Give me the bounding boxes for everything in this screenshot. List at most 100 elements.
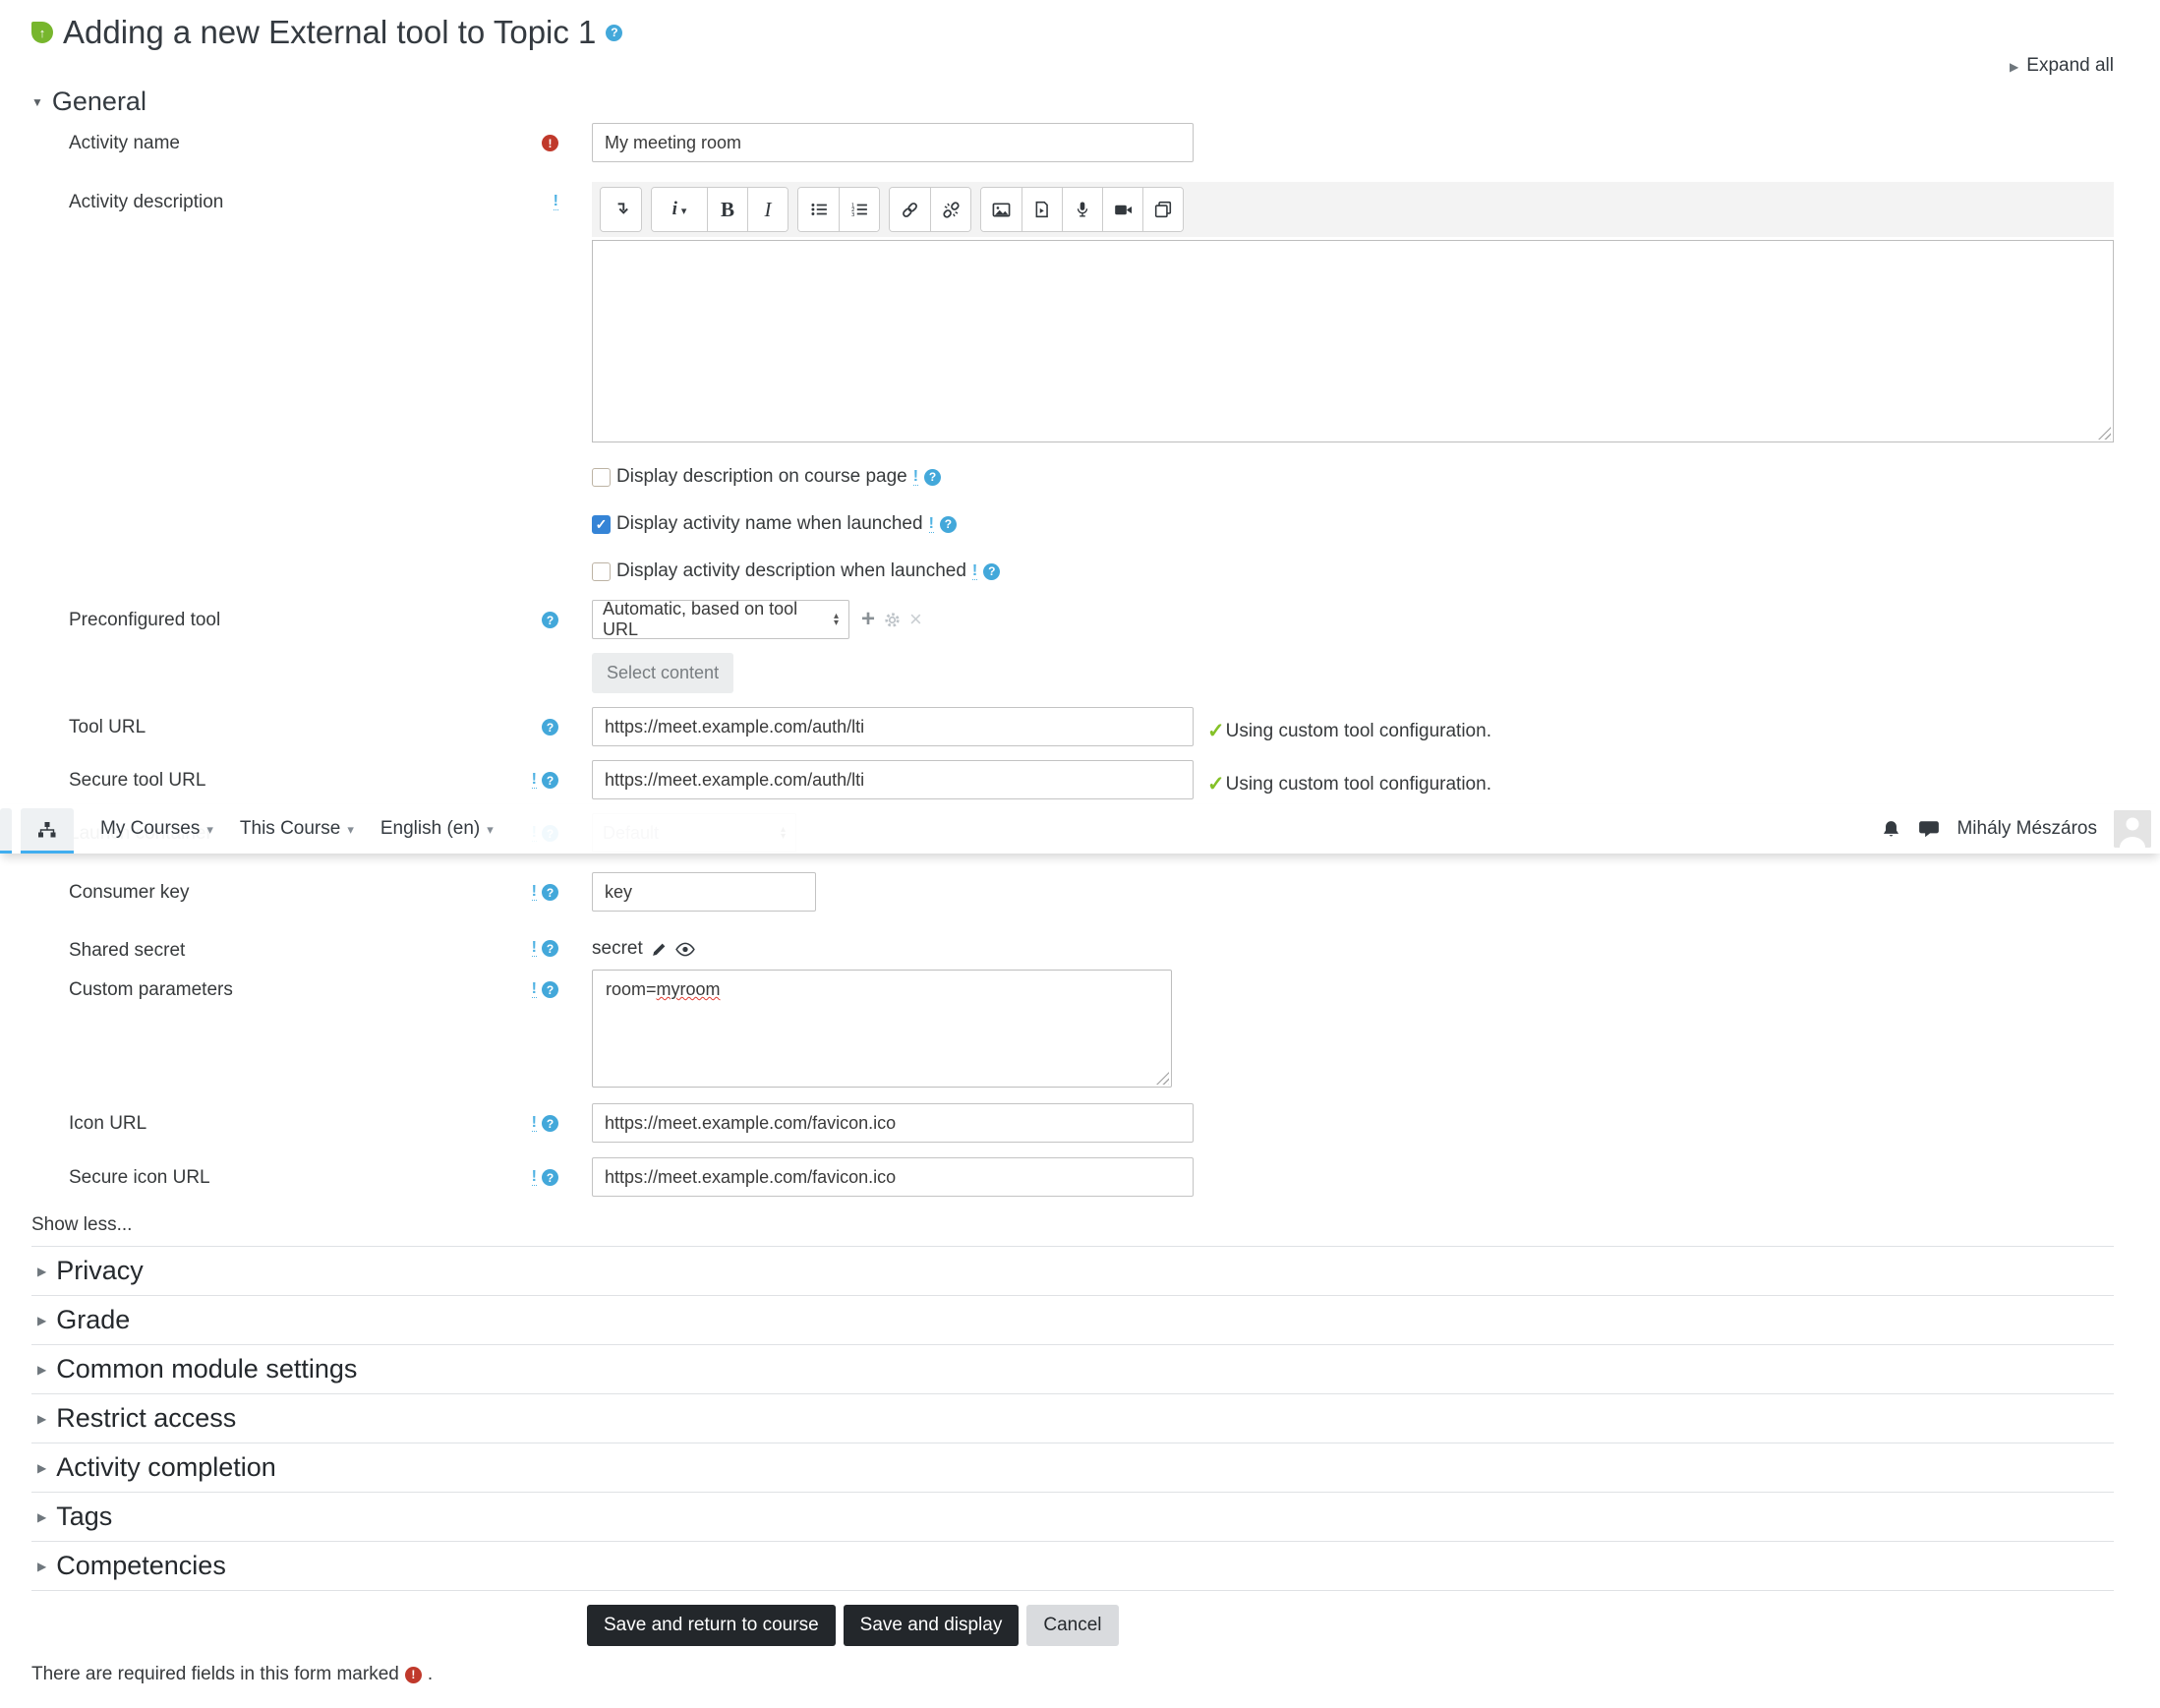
add-tool-icon[interactable] [861, 606, 875, 633]
advanced-field-icon [928, 516, 934, 533]
record-audio-button[interactable] [1062, 188, 1102, 231]
tool-url-input[interactable] [592, 707, 1194, 746]
form-row-secure-tool-url: Secure tool URL ✓ Using custom tool conf… [31, 760, 2114, 799]
tool-url-status: ✓ Using custom tool configuration. [1207, 720, 1491, 742]
secure-tool-url-input[interactable] [592, 760, 1194, 799]
insert-image-button[interactable] [981, 188, 1022, 231]
chevron-right-icon [37, 1459, 46, 1477]
chevron-right-icon [37, 1410, 46, 1428]
required-icon [542, 135, 558, 151]
help-icon[interactable] [542, 884, 558, 901]
section-activity-completion[interactable]: Activity completion [31, 1443, 2114, 1492]
edit-pencil-icon[interactable] [651, 941, 668, 958]
help-icon[interactable] [542, 1115, 558, 1132]
advanced-field-icon [531, 1115, 537, 1132]
toolbar-collapse-button[interactable] [601, 188, 641, 231]
icon-url-label: Icon URL [69, 1113, 147, 1134]
display-activity-description-checkbox[interactable] [592, 561, 611, 581]
section-tags[interactable]: Tags [31, 1492, 2114, 1541]
resize-handle[interactable] [1156, 1072, 1169, 1085]
general-heading: General [51, 87, 146, 116]
checkbox-label: Display activity description when launch… [616, 560, 966, 581]
secure-tool-url-status: ✓ Using custom tool configuration. [1207, 773, 1491, 795]
save-and-return-button[interactable]: Save and return to course [587, 1605, 836, 1646]
section-competencies[interactable]: Competencies [31, 1541, 2114, 1590]
eye-icon[interactable] [674, 942, 695, 957]
form-row-preconfigured-tool: Preconfigured tool Automatic, based on t… [31, 599, 2114, 693]
collapse-arrow-icon [617, 203, 628, 214]
collapsed-sections: Privacy Grade Common module settings Res… [31, 1246, 2114, 1591]
check-icon: ✓ [1207, 720, 1225, 742]
unlink-icon [942, 201, 960, 218]
advanced-field-icon [531, 884, 537, 901]
paragraph-styles-button[interactable]: i [652, 188, 707, 231]
page-title: Adding a new External tool to Topic 1 [63, 14, 597, 50]
insert-media-button[interactable] [1022, 188, 1062, 231]
activity-description-textarea[interactable] [592, 240, 2114, 442]
manage-files-icon [1154, 201, 1172, 218]
help-icon[interactable] [924, 468, 942, 486]
display-activity-name-checkbox[interactable] [592, 514, 611, 534]
show-less-link[interactable]: Show less... [31, 1214, 132, 1236]
display-description-checkbox[interactable] [592, 467, 611, 487]
link-button[interactable] [890, 188, 930, 231]
preconfigured-tool-select[interactable]: Automatic, based on tool URL [592, 599, 849, 639]
tool-url-label: Tool URL [69, 717, 146, 737]
section-general[interactable]: General [31, 87, 2114, 117]
advanced-field-icon [531, 1169, 537, 1186]
checkbox-label: Display activity name when launched [616, 513, 923, 534]
consumer-key-label: Consumer key [69, 882, 190, 903]
italic-button[interactable]: I [747, 188, 788, 231]
avatar[interactable] [2114, 810, 2151, 848]
course-structure-button[interactable] [21, 808, 74, 854]
nav-menu-this-course[interactable]: This Course [240, 818, 354, 840]
secure-icon-url-input[interactable] [592, 1157, 1194, 1197]
messages-icon[interactable] [1918, 819, 1940, 839]
help-icon[interactable] [542, 719, 558, 736]
record-video-button[interactable] [1102, 188, 1142, 231]
help-icon[interactable] [542, 940, 558, 957]
activity-name-input[interactable] [592, 123, 1194, 162]
section-grade[interactable]: Grade [31, 1295, 2114, 1344]
chevron-down-icon [487, 818, 494, 840]
ordered-list-icon: 1 2 3 [851, 203, 867, 218]
consumer-key-input[interactable] [592, 872, 816, 912]
save-and-display-button[interactable]: Save and display [843, 1605, 1020, 1646]
form-row-activity-name: Activity name [31, 123, 2114, 162]
help-icon[interactable] [542, 1169, 558, 1186]
nav-menu-language[interactable]: English (en) [380, 818, 494, 840]
manage-files-button[interactable] [1142, 188, 1183, 231]
notifications-bell-icon[interactable] [1881, 819, 1901, 840]
custom-parameters-textarea[interactable]: room=myroom [592, 970, 1172, 1088]
activity-description-label: Activity description [69, 192, 224, 212]
unlink-button[interactable] [930, 188, 970, 231]
help-icon[interactable] [983, 562, 1001, 580]
rich-text-editor: i B I [592, 182, 2114, 442]
help-icon[interactable] [606, 24, 623, 41]
shared-secret-label: Shared secret [69, 940, 186, 961]
resize-handle[interactable] [2098, 427, 2111, 440]
icon-url-input[interactable] [592, 1103, 1194, 1143]
required-icon [404, 1666, 422, 1683]
unordered-list-button[interactable] [798, 188, 839, 231]
nav-menu-my-courses[interactable]: My Courses [100, 818, 213, 840]
help-icon[interactable] [542, 612, 558, 628]
link-icon [903, 202, 917, 217]
media-file-icon [1035, 201, 1048, 218]
ordered-list-button[interactable]: 1 2 3 [839, 188, 879, 231]
cancel-button[interactable]: Cancel [1026, 1605, 1119, 1646]
chevron-right-icon [37, 1508, 46, 1526]
nav-tab-partial[interactable] [0, 808, 12, 854]
section-restrict-access[interactable]: Restrict access [31, 1393, 2114, 1443]
user-name[interactable]: Mihály Mészáros [1956, 818, 2097, 840]
expand-all-link[interactable]: Expand all [2010, 55, 2114, 77]
bold-button[interactable]: B [707, 188, 747, 231]
checkbox-row-display-activity-name: Display activity name when launched [592, 513, 2114, 535]
help-icon[interactable] [939, 515, 957, 533]
help-icon[interactable] [542, 772, 558, 789]
section-common-module-settings[interactable]: Common module settings [31, 1344, 2114, 1393]
help-icon[interactable] [542, 981, 558, 998]
unordered-list-icon [810, 204, 827, 215]
section-privacy[interactable]: Privacy [31, 1246, 2114, 1295]
select-content-button[interactable]: Select content [592, 653, 734, 693]
